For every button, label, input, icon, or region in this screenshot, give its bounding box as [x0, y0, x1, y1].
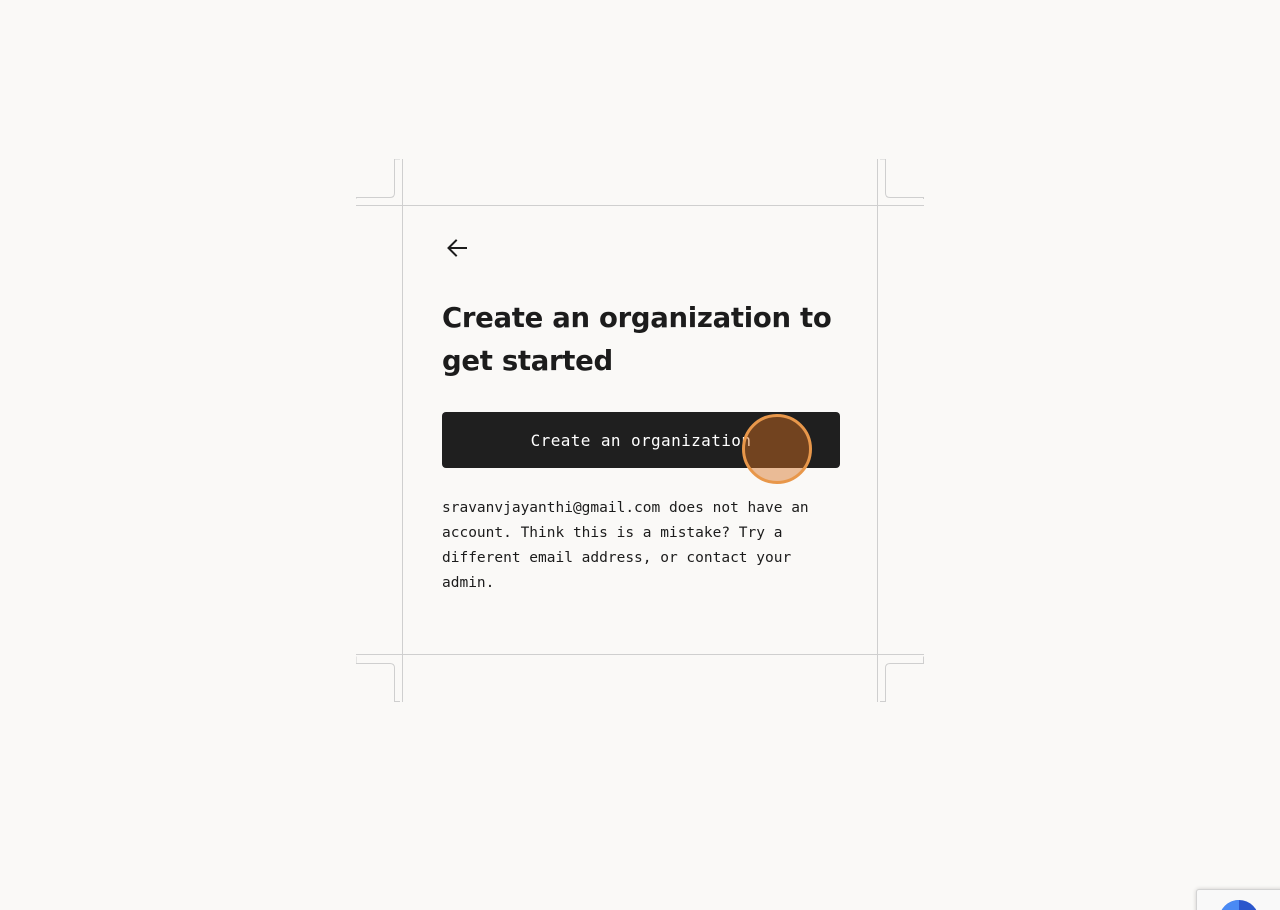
frame-right-line [877, 159, 878, 702]
create-organization-label: Create an organization [530, 430, 752, 450]
corner-bracket-top-left [356, 159, 400, 199]
corner-bracket-top-right [880, 159, 924, 199]
corner-bracket-bottom-right [880, 656, 924, 702]
create-organization-button[interactable]: Create an organization [442, 412, 840, 468]
arrow-left-icon [445, 236, 469, 265]
signup-card: Create an organization to get started Cr… [403, 206, 877, 655]
corner-bracket-bottom-left [356, 656, 400, 702]
page-title: Create an organization to get started [442, 302, 832, 377]
recaptcha-badge[interactable] [1196, 889, 1280, 910]
recaptcha-icon [1219, 900, 1259, 910]
no-account-message: sravanvjayanthi@gmail.com does not have … [442, 500, 809, 591]
back-button[interactable] [443, 236, 471, 264]
